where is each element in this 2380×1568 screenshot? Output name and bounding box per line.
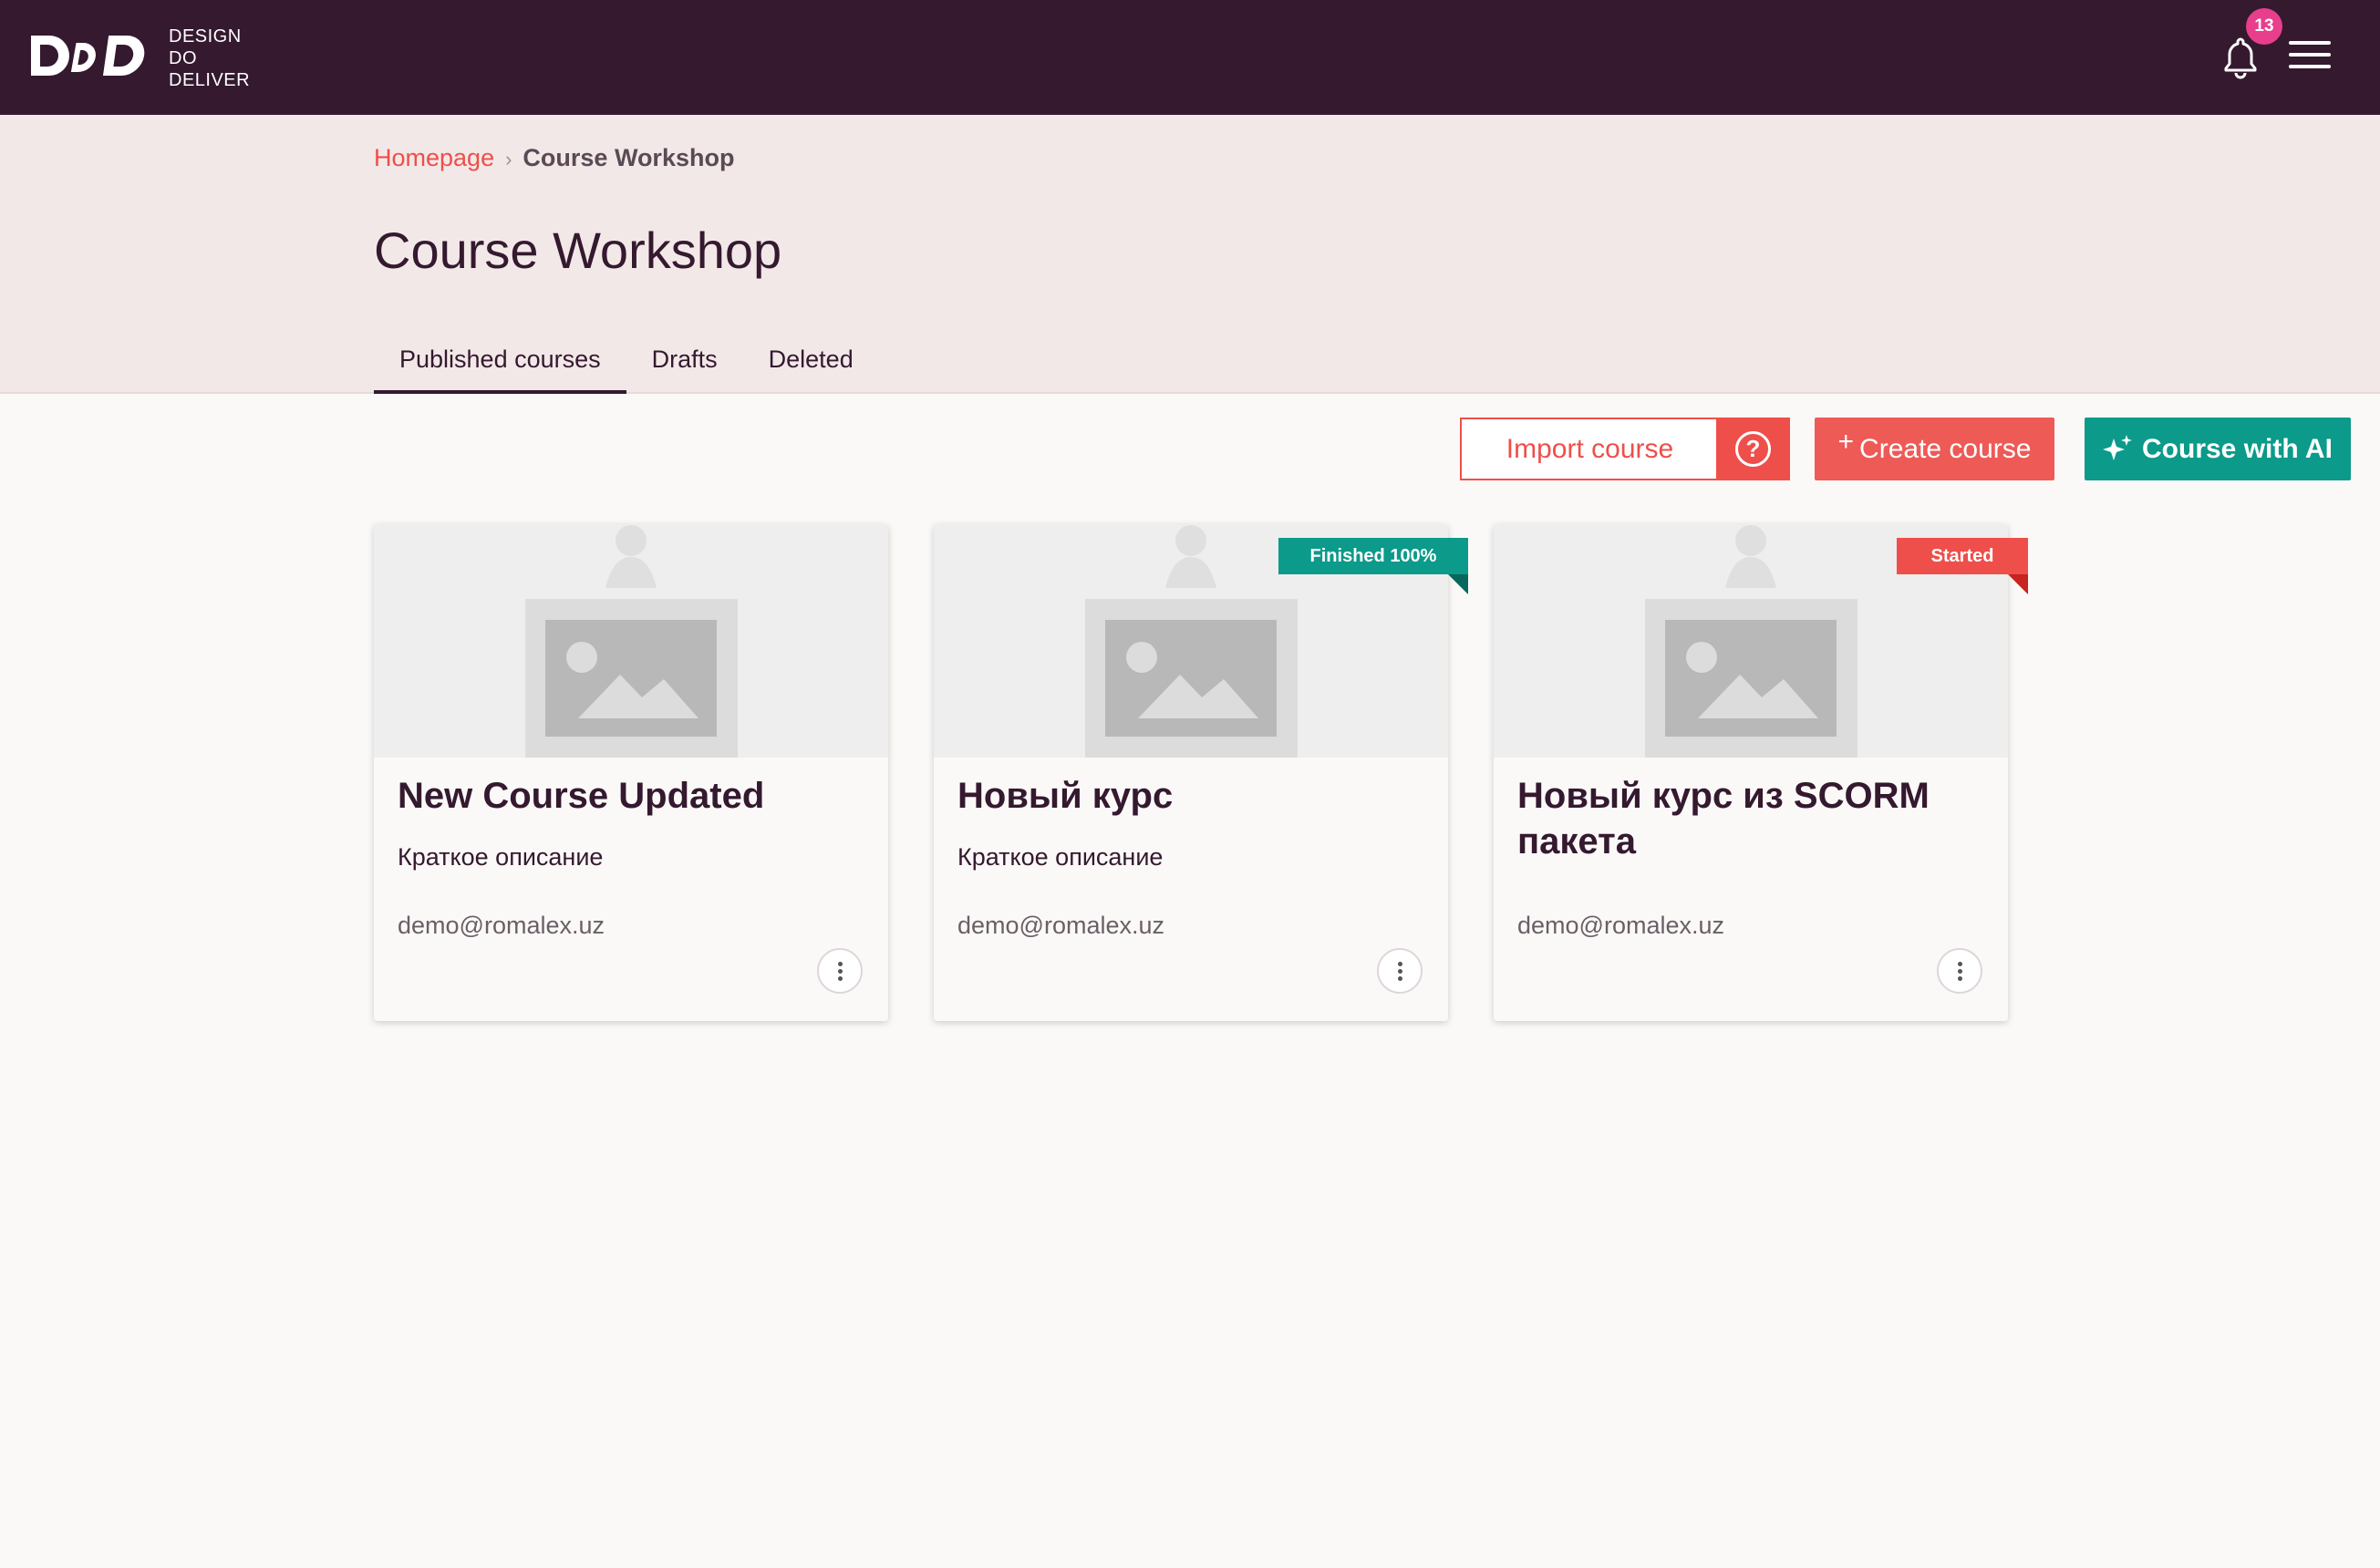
course-title[interactable]: Новый курс из SCORM пакета: [1517, 773, 1982, 864]
hamburger-menu-icon[interactable]: [2289, 41, 2331, 72]
course-author: demo@romalex.uz: [957, 912, 1164, 939]
logo-line-do: DO: [169, 48, 197, 68]
status-badge-started: Started: [1897, 538, 2028, 574]
vertical-dots-icon: [1958, 969, 1962, 974]
logo-line-design: DESIGN: [169, 26, 242, 46]
vertical-dots-icon: [1958, 976, 1962, 981]
course-options-button[interactable]: [1377, 948, 1423, 994]
menu-line: [2289, 53, 2331, 57]
menu-line: [2289, 65, 2331, 68]
breadcrumb: Homepage › Course Workshop: [374, 141, 734, 176]
vertical-dots-icon: [1398, 976, 1402, 981]
plus-icon: +: [1837, 427, 1855, 457]
status-badge-finished: Finished 100%: [1278, 538, 1468, 574]
ribbon-fold: [2008, 574, 2028, 594]
page-title: Course Workshop: [374, 222, 782, 279]
logo-wordmark: DESIGN DO DELIVER: [169, 26, 250, 91]
import-course-button[interactable]: Import course: [1460, 418, 1720, 480]
ribbon-fold: [1448, 574, 1468, 594]
ddd-logo-icon[interactable]: [27, 30, 146, 85]
course-options-button[interactable]: [1937, 948, 1982, 994]
logo-line-deliver: DELIVER: [169, 70, 251, 90]
notification-count-badge[interactable]: 13: [2246, 8, 2282, 45]
course-author: demo@romalex.uz: [1517, 912, 1724, 939]
course-tabs: Published courses Drafts Deleted: [374, 339, 879, 394]
tab-drafts[interactable]: Drafts: [626, 339, 743, 390]
sparkle-icon: [2103, 435, 2132, 460]
vertical-dots-icon: [1398, 962, 1402, 966]
course-card[interactable]: Finished 100% Новый курс Краткое описани…: [934, 524, 1468, 1021]
course-description: Краткое описание: [957, 843, 1164, 871]
create-course-button[interactable]: + Create course: [1815, 418, 2054, 480]
vertical-dots-icon: [1398, 969, 1402, 974]
create-course-label: Create course: [1859, 434, 2032, 464]
image-placeholder-icon: [374, 524, 888, 758]
breadcrumb-home-link[interactable]: Homepage: [374, 144, 494, 171]
vertical-dots-icon: [838, 969, 843, 974]
course-title[interactable]: Новый курс: [957, 773, 1423, 819]
course-title[interactable]: New Course Updated: [398, 773, 863, 819]
top-navigation-bar: DESIGN DO DELIVER 13: [0, 0, 2380, 115]
tab-deleted[interactable]: Deleted: [743, 339, 879, 390]
course-card[interactable]: New Course Updated Краткое описание demo…: [374, 524, 888, 1021]
course-thumbnail: [374, 524, 888, 758]
course-card[interactable]: Started Новый курс из SCORM пакета demo@…: [1494, 524, 2028, 1021]
course-with-ai-button[interactable]: Course with AI: [2085, 418, 2351, 480]
import-course-group: Import course ?: [1460, 418, 1790, 480]
question-circle-icon: ?: [1735, 431, 1771, 467]
import-help-button[interactable]: ?: [1716, 418, 1790, 480]
breadcrumb-current: Course Workshop: [523, 144, 735, 171]
menu-line: [2289, 41, 2331, 45]
vertical-dots-icon: [838, 976, 843, 981]
course-author: demo@romalex.uz: [398, 912, 605, 939]
tab-published-courses[interactable]: Published courses: [374, 339, 626, 394]
breadcrumb-separator: ›: [505, 148, 512, 170]
course-description: Краткое описание: [398, 843, 604, 871]
vertical-dots-icon: [838, 962, 843, 966]
vertical-dots-icon: [1958, 962, 1962, 966]
page-header: [0, 115, 2380, 394]
course-options-button[interactable]: [817, 948, 863, 994]
course-with-ai-label: Course with AI: [2142, 434, 2333, 464]
